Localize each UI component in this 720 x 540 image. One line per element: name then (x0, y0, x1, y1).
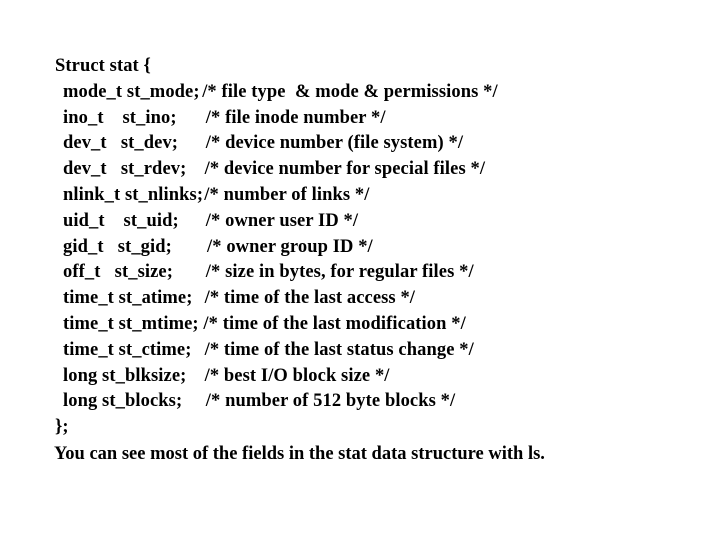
field-comment: /* file inode number */ (205, 107, 386, 128)
struct-field-line: uid_t st_uid; /* owner user ID */ (55, 209, 695, 235)
struct-field-list: mode_t st_mode;/* file type & mode & per… (55, 80, 695, 415)
field-comment: /* time of the last modification */ (203, 313, 466, 334)
struct-field-line: time_t st_atime; /* time of the last acce… (55, 286, 695, 312)
struct-field-line: mode_t st_mode;/* file type & mode & per… (55, 80, 695, 106)
field-declaration: dev_t st_dev; (63, 133, 179, 154)
field-declaration: off_t st_size; (63, 262, 173, 283)
struct-field-line: ino_t st_ino; /* file inode number */ (55, 106, 695, 132)
field-declaration: time_t st_mtime; (63, 313, 199, 334)
field-comment: /* number of 512 byte blocks */ (205, 391, 456, 412)
field-declaration: dev_t st_rdev; (63, 159, 187, 180)
struct-field-line: off_t st_size; /* size in bytes, for regu… (55, 260, 695, 286)
struct-field-line: time_t st_ctime; /* time of the last stat… (55, 338, 695, 364)
field-comment: /* time of the last status change */ (204, 339, 474, 360)
stat-struct-code-block: Struct stat { mode_t st_mode;/* file typ… (55, 54, 695, 441)
field-comment: /* owner user ID */ (205, 210, 359, 231)
struct-field-line: time_t st_mtime;/* time of the last modi… (55, 312, 695, 338)
field-comment: /* file type & mode & permissions */ (202, 81, 498, 102)
struct-closing-line: }; (55, 417, 69, 438)
slide-canvas: Struct stat { mode_t st_mode;/* file typ… (0, 0, 720, 540)
struct-field-line: dev_t st_dev; /* device number (file syst… (55, 131, 695, 157)
struct-field-line: nlink_t st_nlinks;/* number of links */ (55, 183, 695, 209)
field-declaration: nlink_t st_nlinks; (63, 184, 204, 205)
struct-header-line: Struct stat { (55, 56, 151, 76)
field-comment: /* device number (file system) */ (205, 133, 464, 154)
field-comment: /* time of the last access */ (204, 288, 416, 309)
field-declaration: time_t st_atime; (63, 288, 193, 309)
struct-field-line: gid_t st_gid; /* owner group ID */ (55, 235, 695, 261)
field-declaration: gid_t st_gid; (63, 236, 172, 257)
struct-field-line: long st_blksize; /* best I/O block size *… (55, 364, 695, 390)
field-comment: /* owner group ID */ (207, 236, 373, 257)
field-comment: /* size in bytes, for regular files */ (205, 262, 474, 283)
field-declaration: time_t st_ctime; (63, 339, 192, 360)
struct-field-line: dev_t st_rdev; /* device number for speci… (55, 157, 695, 183)
field-declaration: mode_t st_mode; (63, 81, 200, 102)
field-declaration: uid_t st_uid; (63, 210, 179, 231)
struct-field-line: long st_blocks; /* number of 512 byte blo… (55, 389, 695, 415)
field-comment: /* number of links */ (204, 184, 370, 205)
field-declaration: ino_t st_ino; (63, 107, 177, 128)
field-comment: /* best I/O block size */ (204, 365, 390, 386)
field-declaration: long st_blocks; (63, 391, 183, 412)
trailing-note: You can see most of the fields in the st… (54, 444, 545, 464)
field-declaration: long st_blksize; (63, 365, 187, 386)
field-comment: /* device number for special files */ (204, 159, 486, 180)
